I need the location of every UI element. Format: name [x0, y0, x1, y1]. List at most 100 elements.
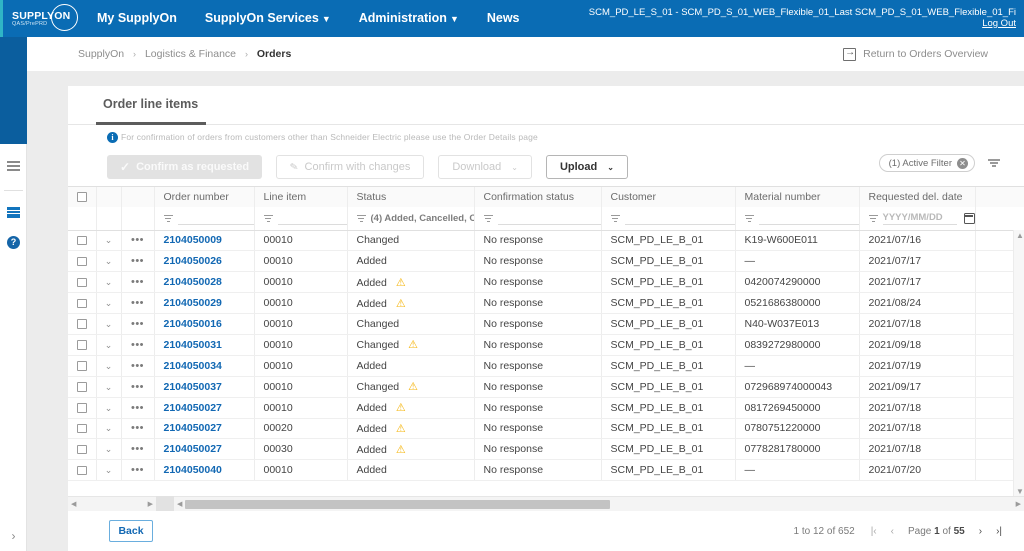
- order-number-link[interactable]: 2104050029: [164, 297, 222, 309]
- col-line-item[interactable]: Line item: [254, 187, 348, 207]
- chevron-down-icon[interactable]: ⌄: [105, 277, 113, 287]
- row-checkbox[interactable]: [77, 361, 87, 371]
- filter-icon[interactable]: [356, 214, 366, 222]
- row-checkbox[interactable]: [77, 235, 87, 246]
- nav-item-supplyon-services[interactable]: SupplyOn Services ▼: [191, 0, 345, 37]
- row-checkbox[interactable]: [77, 340, 87, 350]
- chevron-down-icon[interactable]: ⌄: [105, 444, 113, 454]
- filter-status-value[interactable]: (4) Added, Cancelled, Cha: [371, 213, 474, 224]
- filter-icon[interactable]: [163, 214, 173, 222]
- row-checkbox[interactable]: [77, 444, 87, 455]
- row-menu-icon[interactable]: •••: [131, 464, 144, 476]
- scroll-left-icon[interactable]: ◀: [71, 500, 76, 508]
- table-vertical-scrollbar[interactable]: ▲ ▼: [1013, 230, 1024, 497]
- confirm-as-requested-button[interactable]: ✓ Confirm as requested: [107, 155, 263, 179]
- table-row[interactable]: ⌄ ••• 2104050034 00010 Added No response SCM_P…: [68, 355, 1024, 377]
- row-checkbox[interactable]: [77, 256, 87, 267]
- order-number-link[interactable]: 2104050037: [164, 381, 222, 393]
- order-number-link[interactable]: 2104050027: [164, 422, 222, 434]
- row-checkbox[interactable]: [77, 403, 87, 413]
- filter-order-number[interactable]: [154, 207, 255, 231]
- col-requested-del-date[interactable]: Requested del. date: [859, 187, 976, 207]
- chevron-down-icon[interactable]: ⌄: [105, 403, 113, 413]
- chevron-down-icon[interactable]: ⌄: [105, 298, 113, 308]
- row-checkbox[interactable]: [77, 423, 87, 434]
- order-number-link[interactable]: 2104050027: [164, 443, 222, 455]
- filter-icon[interactable]: [483, 214, 493, 222]
- table-row[interactable]: ⌄ ••• 2104050009 00010 Changed No response SCM…: [68, 230, 1024, 252]
- tab-order-line-items[interactable]: Order line items: [103, 97, 198, 111]
- chevron-down-icon[interactable]: ⌄: [105, 382, 113, 392]
- chevron-down-icon[interactable]: ⌄: [105, 423, 113, 433]
- scroll-right-icon[interactable]: ▶: [148, 500, 153, 508]
- order-number-link[interactable]: 2104050031: [164, 339, 222, 351]
- current-page-number[interactable]: 1: [934, 526, 940, 537]
- first-page-button[interactable]: |‹: [871, 526, 877, 537]
- order-number-link[interactable]: 2104050028: [164, 276, 222, 288]
- nav-item-news[interactable]: News: [473, 0, 534, 37]
- chevron-down-icon[interactable]: ⌄: [105, 340, 113, 350]
- active-filter-chip[interactable]: (1) Active Filter ✕: [878, 154, 975, 172]
- download-button[interactable]: Download ⌄: [438, 155, 532, 179]
- scroll-left-icon[interactable]: ◀: [177, 500, 182, 508]
- row-menu-icon[interactable]: •••: [131, 443, 144, 455]
- row-menu-icon[interactable]: •••: [131, 360, 144, 372]
- filter-confirmation-status[interactable]: [474, 207, 602, 231]
- help-icon[interactable]: ?: [0, 227, 27, 257]
- filter-customer-input[interactable]: [624, 212, 734, 225]
- order-number-link[interactable]: 2104050016: [164, 318, 222, 330]
- scroll-down-icon[interactable]: ▼: [1016, 487, 1024, 496]
- filter-date-input[interactable]: YYYY/MM/DD: [882, 212, 957, 225]
- filter-icon[interactable]: [744, 214, 754, 222]
- frozen-columns-scrollbar[interactable]: ◀ ▶: [68, 496, 156, 511]
- chevron-down-icon[interactable]: ⌄: [105, 465, 113, 475]
- filter-material-number-input[interactable]: [758, 212, 858, 225]
- filter-requested-del-date[interactable]: YYYY/MM/DD: [859, 207, 976, 231]
- filter-order-number-input[interactable]: [177, 212, 253, 225]
- order-number-link[interactable]: 2104050009: [164, 234, 222, 246]
- nav-item-administration[interactable]: Administration ▼: [345, 0, 473, 37]
- table-row[interactable]: ⌄ ••• 2104050029 00010 Added ⚠ No response SCM_…: [68, 292, 1024, 315]
- order-number-link[interactable]: 2104050034: [164, 360, 222, 372]
- row-checkbox[interactable]: [77, 319, 87, 329]
- row-checkbox[interactable]: [77, 277, 87, 288]
- row-checkbox[interactable]: [77, 465, 87, 476]
- filter-customer[interactable]: [601, 207, 736, 231]
- table-row[interactable]: ⌄ ••• 2104050026 00010 Added No response SCM_P…: [68, 250, 1024, 273]
- row-menu-icon[interactable]: •••: [131, 422, 144, 434]
- chevron-down-icon[interactable]: ⌄: [105, 256, 113, 266]
- supplyon-logo[interactable]: SUPPLYON QAS/PrePRD: [0, 0, 83, 37]
- table-row[interactable]: ⌄ ••• 2104050027 00020 Added ⚠ No response SCM_…: [68, 418, 1024, 440]
- scrollbar-thumb[interactable]: [185, 500, 610, 509]
- row-menu-icon[interactable]: •••: [131, 381, 144, 393]
- filter-icon[interactable]: [868, 214, 878, 222]
- order-number-link[interactable]: 2104050027: [164, 402, 222, 414]
- next-page-button[interactable]: ›: [979, 526, 982, 537]
- filter-material-number[interactable]: [735, 207, 860, 231]
- filter-icon[interactable]: [610, 214, 620, 222]
- table-grid-icon[interactable]: [0, 197, 27, 227]
- logout-link[interactable]: Log Out: [589, 18, 1016, 30]
- row-checkbox[interactable]: [77, 298, 87, 309]
- col-status[interactable]: Status: [347, 187, 475, 207]
- filter-line-item-input[interactable]: [277, 212, 346, 225]
- filter-icon[interactable]: [988, 159, 1000, 167]
- row-menu-icon[interactable]: •••: [131, 234, 144, 246]
- filter-status[interactable]: (4) Added, Cancelled, Cha: [347, 207, 475, 231]
- return-to-orders-overview-link[interactable]: Return to Orders Overview: [843, 46, 1024, 61]
- previous-page-button[interactable]: ‹: [891, 526, 894, 537]
- breadcrumb-item-logistics-finance[interactable]: Logistics & Finance: [145, 48, 236, 60]
- table-row[interactable]: ⌄ ••• 2104050031 00010 Changed ⚠ No response SC…: [68, 334, 1024, 356]
- table-row[interactable]: ⌄ ••• 2104050028 00010 Added ⚠ No response SCM_…: [68, 271, 1024, 294]
- chevron-down-icon[interactable]: ⌄: [105, 319, 113, 329]
- scroll-up-icon[interactable]: ▲: [1016, 231, 1024, 240]
- col-customer[interactable]: Customer: [601, 187, 736, 207]
- row-menu-icon[interactable]: •••: [131, 318, 144, 330]
- row-menu-icon[interactable]: •••: [131, 255, 144, 267]
- table-row[interactable]: ⌄ ••• 2104050037 00010 Changed ⚠ No response SC…: [68, 376, 1024, 398]
- col-order-number[interactable]: Order number: [154, 187, 255, 207]
- back-button[interactable]: Back: [109, 520, 153, 542]
- table-row[interactable]: ⌄ ••• 2104050027 00030 Added ⚠ No response SCM_…: [68, 438, 1024, 461]
- col-confirmation-status[interactable]: Confirmation status: [474, 187, 602, 207]
- row-menu-icon[interactable]: •••: [131, 297, 144, 309]
